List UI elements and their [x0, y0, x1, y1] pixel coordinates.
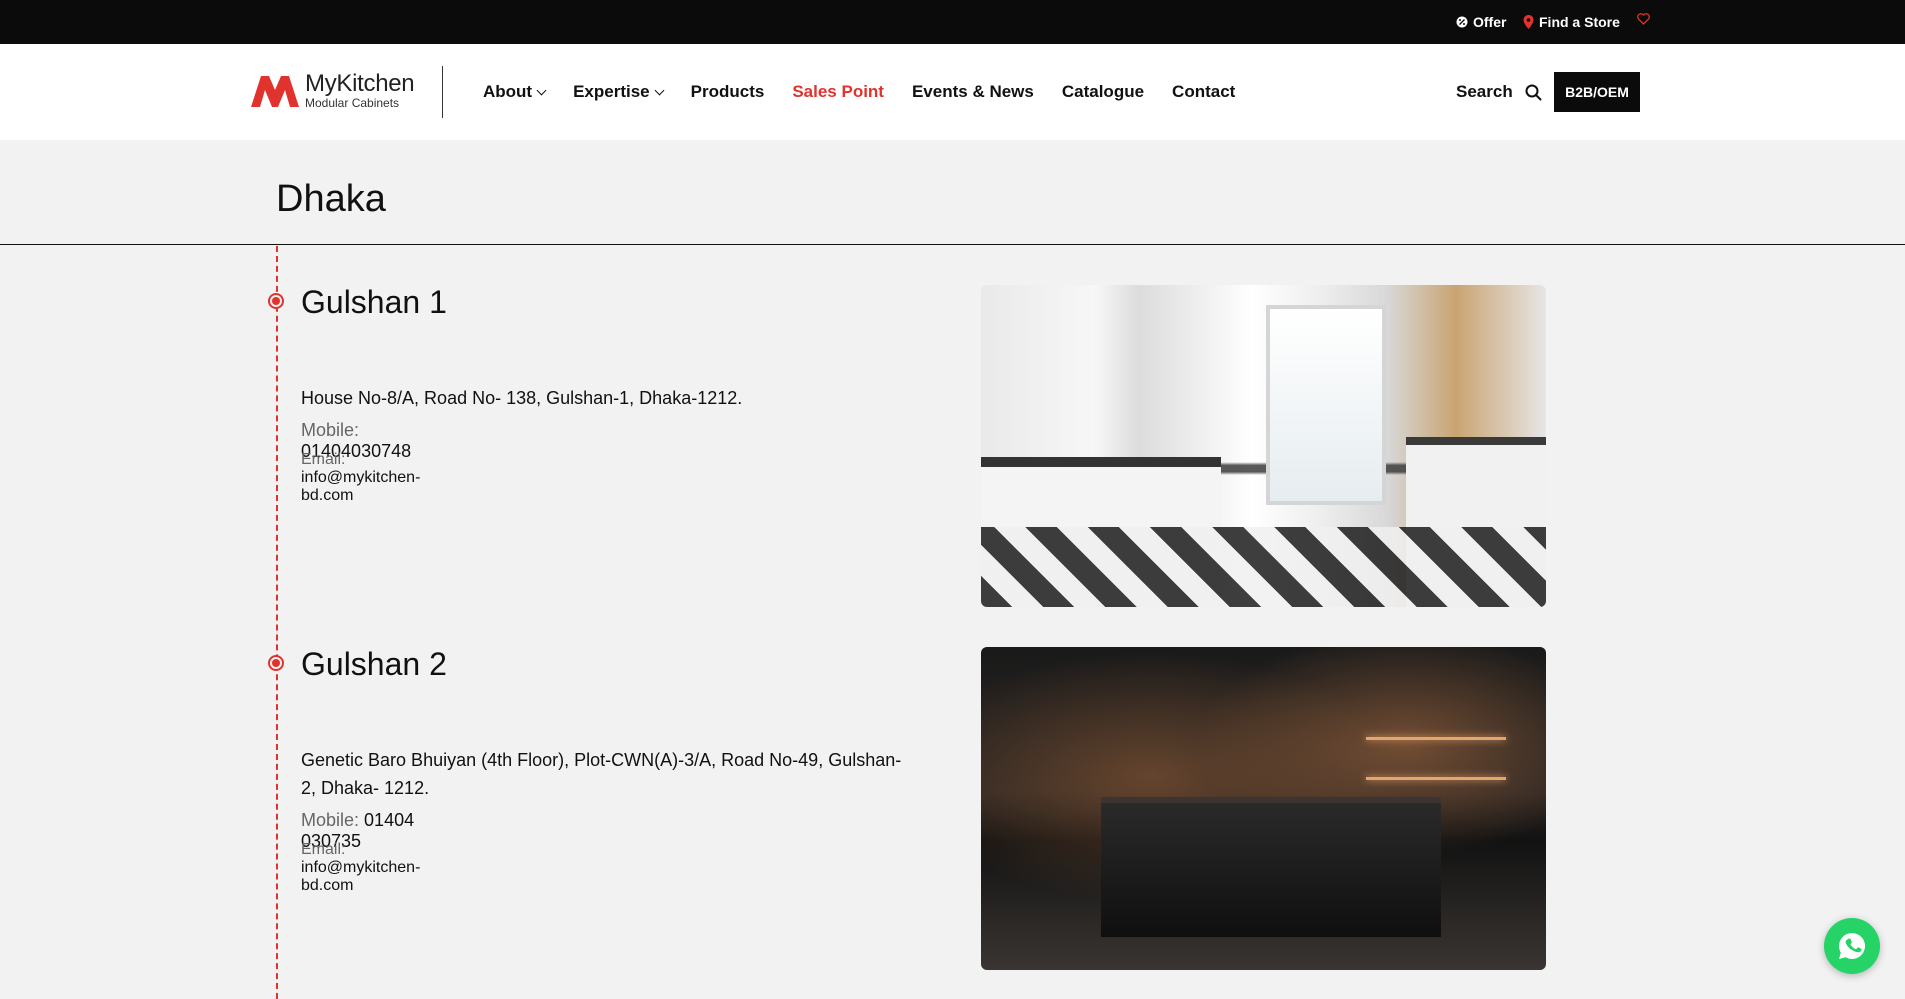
search-label: Search — [1456, 82, 1513, 101]
chevron-down-icon — [536, 85, 547, 95]
offer-label: Offer — [1473, 14, 1507, 30]
whatsapp-icon — [1839, 933, 1866, 959]
heart-icon — [1637, 13, 1650, 25]
photo-window — [1266, 305, 1386, 505]
chevron-down-icon — [654, 85, 665, 95]
nav-item-events-news[interactable]: Events & News — [912, 82, 1034, 102]
branch-photo-dark-kitchen — [981, 647, 1546, 970]
branch-address: House No-8/A, Road No- 138, Gulshan-1, D… — [301, 388, 743, 408]
whatsapp-chat-button[interactable] — [1824, 918, 1880, 974]
timeline-dot — [268, 293, 284, 309]
nav-item-sales-point[interactable]: Sales Point — [792, 82, 884, 102]
branch-gulshan-2: Gulshan 2 Genetic Baro Bhuiyan (4th Floo… — [301, 646, 901, 894]
photo-island — [1101, 797, 1441, 937]
nav-label: Events & News — [911, 82, 1034, 101]
photo-shelf-light — [1366, 737, 1506, 740]
email-label: Email: — [301, 451, 346, 468]
mykitchen-logo-icon — [251, 75, 299, 107]
mobile-label: Mobile: — [301, 810, 360, 830]
nav-label: Products — [690, 82, 765, 101]
timeline-dot — [268, 655, 284, 671]
logo-subtitle: Modular Cabinets — [305, 96, 400, 110]
site-logo[interactable]: MyKitchen Modular Cabinets — [251, 70, 415, 110]
branch-name: Gulshan 1 — [301, 284, 447, 320]
nav-label: Contact — [1172, 82, 1236, 101]
mobile-label: Mobile: — [301, 420, 360, 440]
nav-item-catalogue[interactable]: Catalogue — [1062, 82, 1144, 102]
branch-email: Email: info@mykitchen-bd.com — [301, 841, 447, 895]
logo-name: MyKitchen — [305, 70, 415, 97]
map-pin-icon — [1523, 15, 1534, 29]
email-address[interactable]: info@mykitchen-bd.com — [301, 469, 420, 504]
city-header: Dhaka — [0, 140, 1905, 245]
branch-photo-white-kitchen — [981, 285, 1546, 607]
main-nav: About Expertise Products Sales Point Eve… — [483, 82, 1263, 102]
offer-link[interactable]: Offer — [1456, 14, 1506, 30]
b2b-oem-button[interactable]: B2B/OEM — [1554, 72, 1640, 112]
branch-gulshan-1: Gulshan 1 House No-8/A, Road No- 138, Gu… — [301, 284, 742, 504]
timeline-line — [276, 246, 278, 999]
badge-percent-icon — [1456, 16, 1468, 28]
nav-label: Catalogue — [1061, 82, 1145, 101]
nav-label: Sales Point — [792, 82, 884, 101]
header-divider — [442, 66, 443, 118]
nav-item-about[interactable]: About — [483, 82, 547, 102]
search-icon — [1525, 84, 1542, 100]
find-store-label: Find a Store — [1539, 14, 1620, 30]
email-label: Email: — [301, 841, 346, 858]
nav-item-products[interactable]: Products — [691, 82, 765, 102]
photo-floor — [981, 527, 1546, 607]
main-header: MyKitchen Modular Cabinets About Experti… — [0, 44, 1905, 140]
find-store-link[interactable]: Find a Store — [1523, 14, 1620, 30]
email-address[interactable]: info@mykitchen-bd.com — [301, 859, 420, 894]
city-title: Dhaka — [276, 178, 386, 220]
logo-text: MyKitchen Modular Cabinets — [305, 70, 415, 110]
photo-shelf-light — [1366, 777, 1506, 780]
wishlist-button[interactable] — [1637, 13, 1650, 25]
nav-item-expertise[interactable]: Expertise — [573, 82, 665, 102]
nav-label: About — [483, 82, 533, 101]
top-utility-bar: Offer Find a Store — [0, 0, 1905, 44]
nav-item-contact[interactable]: Contact — [1172, 82, 1235, 102]
branch-email: Email: info@mykitchen-bd.com — [301, 451, 447, 505]
branch-name: Gulshan 2 — [301, 646, 447, 682]
search-button[interactable]: Search — [1456, 82, 1542, 102]
branch-address: Genetic Baro Bhuiyan (4th Floor), Plot-C… — [301, 750, 902, 798]
nav-label: Expertise — [573, 82, 650, 101]
